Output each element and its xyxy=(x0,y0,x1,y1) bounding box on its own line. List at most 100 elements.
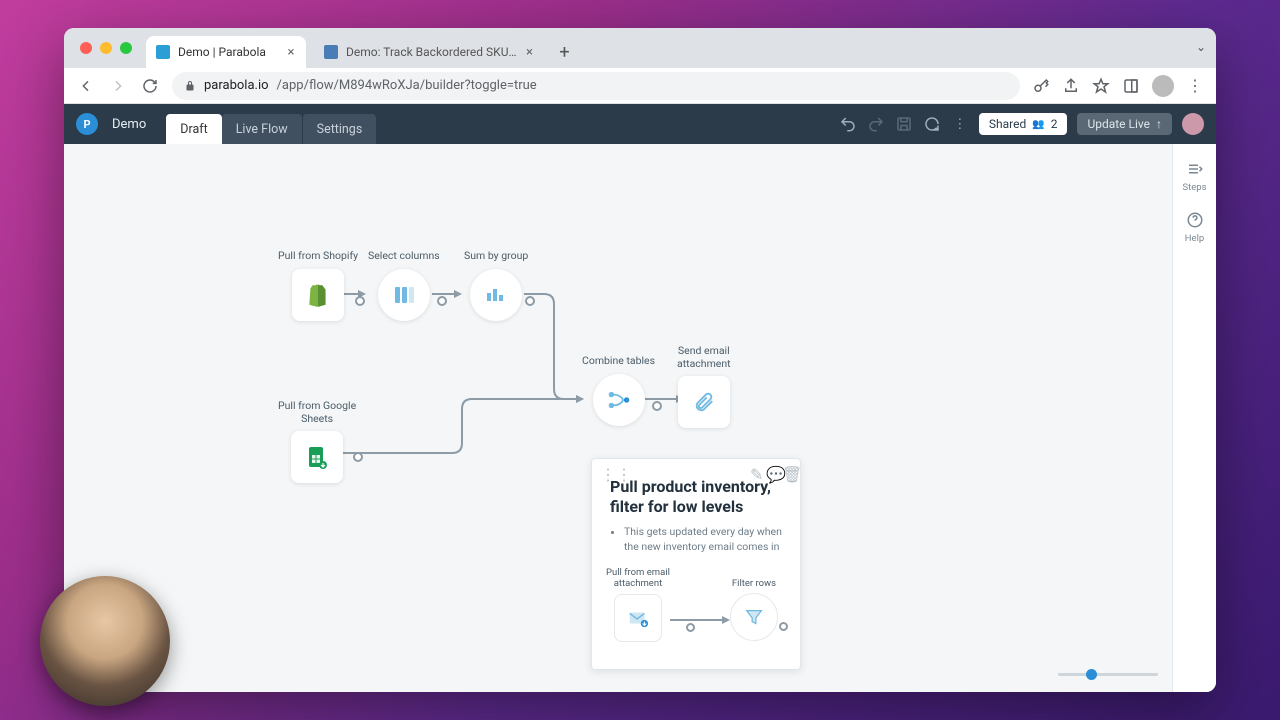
shared-label: Shared xyxy=(989,117,1026,131)
node-sum-by-group[interactable]: Sum by group xyxy=(464,250,528,321)
profile-avatar-icon[interactable] xyxy=(1152,75,1174,97)
output-port[interactable] xyxy=(686,623,695,632)
node-pull-shopify[interactable]: Pull from Shopify xyxy=(278,250,358,321)
delete-icon[interactable]: 🗑 xyxy=(782,465,792,475)
shopify-icon xyxy=(305,282,331,308)
tab-live-flow[interactable]: Live Flow xyxy=(222,114,302,144)
node-label: Combine tables xyxy=(582,355,655,368)
forward-button[interactable] xyxy=(108,76,128,96)
favicon-icon xyxy=(324,45,338,59)
output-port[interactable] xyxy=(353,452,363,462)
note-toolbar: ✎ 💬 🗑 xyxy=(750,465,792,475)
output-port[interactable] xyxy=(779,622,788,631)
output-port[interactable] xyxy=(437,296,447,306)
note-card[interactable]: ⋮⋮ ✎ 💬 🗑 Pull product inventory, filter … xyxy=(591,458,801,670)
output-port[interactable] xyxy=(652,401,662,411)
connector xyxy=(670,619,730,621)
undo-icon[interactable] xyxy=(839,115,857,133)
help-button[interactable]: Help xyxy=(1185,211,1204,244)
merge-icon xyxy=(606,387,632,413)
node-body[interactable] xyxy=(291,431,343,483)
node-body[interactable] xyxy=(292,269,344,321)
side-rail: Steps Help xyxy=(1172,144,1216,692)
zoom-slider[interactable] xyxy=(1058,673,1158,676)
flow-canvas[interactable]: Pull from Shopify Select columns Sum by … xyxy=(64,144,1216,692)
redo-icon[interactable] xyxy=(867,115,885,133)
output-port[interactable] xyxy=(355,296,365,306)
edit-icon[interactable]: ✎ xyxy=(750,465,760,475)
node-body[interactable] xyxy=(730,593,778,641)
grip-icon: ⋮⋮ xyxy=(600,465,610,475)
comment-icon[interactable]: 💬 xyxy=(766,465,776,475)
browser-tab-strip: Demo | Parabola × Demo: Track Backordere… xyxy=(64,28,1216,68)
browser-window: Demo | Parabola × Demo: Track Backordere… xyxy=(64,28,1216,692)
url-input[interactable]: parabola.io/app/flow/M894wRoXJa/builder?… xyxy=(172,72,1020,100)
star-icon[interactable] xyxy=(1092,77,1110,95)
flow-name[interactable]: Demo xyxy=(112,117,146,132)
help-icon xyxy=(1186,211,1204,229)
node-combine-tables[interactable]: Combine tables xyxy=(582,355,655,426)
browser-tab-active[interactable]: Demo | Parabola × xyxy=(146,36,306,68)
email-download-icon xyxy=(627,607,649,629)
node-send-email-attachment[interactable]: Send email attachment xyxy=(677,345,731,428)
share-icon[interactable] xyxy=(1062,77,1080,95)
note-bullet: This gets updated every day when the new… xyxy=(624,525,782,554)
app-logo-icon[interactable]: P xyxy=(76,113,98,135)
node-label: Filter rows xyxy=(732,578,776,589)
user-avatar-icon[interactable] xyxy=(1182,113,1204,135)
note-drag-handle[interactable]: ⋮⋮ xyxy=(600,465,610,475)
zoom-thumb[interactable] xyxy=(1086,669,1097,680)
tab-title: Demo: Track Backordered SKU… xyxy=(346,45,517,59)
favicon-icon xyxy=(156,45,170,59)
steps-button[interactable]: Steps xyxy=(1182,160,1206,193)
rail-label: Steps xyxy=(1182,182,1206,193)
funnel-icon xyxy=(743,606,765,628)
close-window-icon[interactable] xyxy=(80,42,92,54)
refresh-icon[interactable] xyxy=(923,115,941,133)
app-header: P Demo Draft Live Flow Settings ⋮ Shared… xyxy=(64,104,1216,144)
node-body[interactable] xyxy=(378,269,430,321)
node-label: Pull from Shopify xyxy=(278,250,358,263)
note-body: This gets updated every day when the new… xyxy=(610,525,782,554)
address-bar: parabola.io/app/flow/M894wRoXJa/builder?… xyxy=(64,68,1216,104)
rail-label: Help xyxy=(1185,233,1204,244)
save-icon[interactable] xyxy=(895,115,913,133)
node-body[interactable] xyxy=(678,376,730,428)
node-body[interactable] xyxy=(470,269,522,321)
bar-chart-icon xyxy=(484,283,508,307)
connector xyxy=(524,293,584,403)
new-tab-button[interactable]: + xyxy=(551,38,579,66)
reload-button[interactable] xyxy=(140,76,160,96)
node-body[interactable] xyxy=(593,374,645,426)
close-tab-icon[interactable]: × xyxy=(286,47,296,57)
node-body[interactable] xyxy=(614,594,662,642)
maximize-window-icon[interactable] xyxy=(120,42,132,54)
key-icon[interactable] xyxy=(1032,77,1050,95)
tabs-overflow-icon[interactable]: ⌄ xyxy=(1196,40,1206,54)
steps-icon xyxy=(1186,160,1204,178)
extensions-icon[interactable] xyxy=(1122,77,1140,95)
tab-draft[interactable]: Draft xyxy=(166,114,221,144)
shared-button[interactable]: Shared 👥 2 xyxy=(979,113,1068,135)
node-label: Pull from Google Sheets xyxy=(278,400,356,425)
update-live-button[interactable]: Update Live ↑ xyxy=(1077,113,1172,135)
output-port[interactable] xyxy=(525,296,535,306)
tab-settings[interactable]: Settings xyxy=(302,114,377,144)
mini-node-pull-email[interactable]: Pull from email attachment xyxy=(606,567,670,642)
browser-tab-inactive[interactable]: Demo: Track Backordered SKU… × xyxy=(314,36,545,68)
window-controls xyxy=(74,28,138,68)
tab-title: Demo | Parabola xyxy=(178,45,266,59)
close-tab-icon[interactable]: × xyxy=(525,47,535,57)
columns-icon xyxy=(392,283,416,307)
header-actions: ⋮ Shared 👥 2 Update Live ↑ xyxy=(839,113,1204,135)
kebab-menu-icon[interactable]: ⋮ xyxy=(1186,77,1204,95)
address-actions: ⋮ xyxy=(1032,75,1204,97)
mini-node-filter-rows[interactable]: Filter rows xyxy=(730,578,778,641)
node-select-columns[interactable]: Select columns xyxy=(368,250,440,321)
node-pull-google-sheets[interactable]: Pull from Google Sheets xyxy=(278,400,356,483)
minimize-window-icon[interactable] xyxy=(100,42,112,54)
more-icon[interactable]: ⋮ xyxy=(951,115,969,133)
back-button[interactable] xyxy=(76,76,96,96)
people-icon: 👥 xyxy=(1032,119,1044,130)
url-path: /app/flow/M894wRoXJa/builder?toggle=true xyxy=(277,78,537,93)
